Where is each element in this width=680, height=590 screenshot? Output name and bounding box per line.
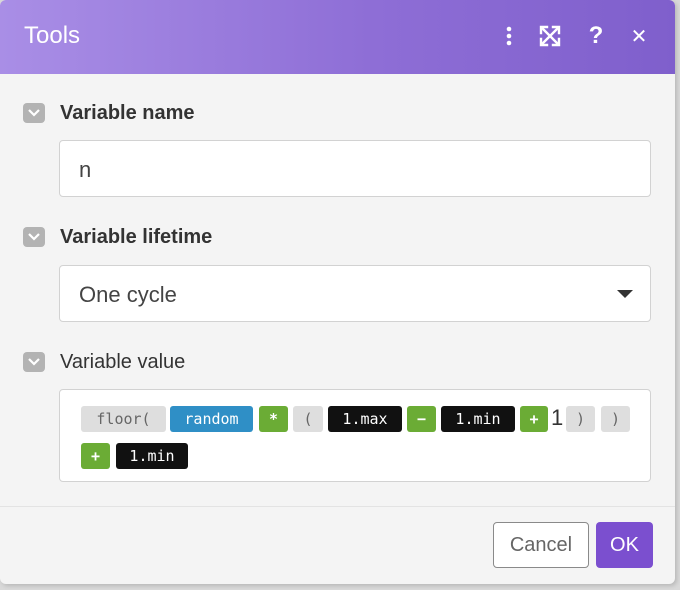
token-plus-operator[interactable]: +	[520, 406, 548, 432]
dialog-title: Tools	[24, 22, 81, 49]
variable-value-formula-editor[interactable]: floor( random * ( 1.max − 1.min + 1 ) ) …	[59, 389, 651, 482]
token-random-keyword[interactable]: random	[170, 406, 253, 432]
variable-lifetime-label: Variable lifetime	[60, 226, 213, 248]
variable-value-collapse-toggle[interactable]	[23, 352, 45, 372]
expand-icon-glyph	[539, 25, 561, 47]
more-vertical-icon[interactable]	[496, 22, 522, 50]
token-multiply-operator[interactable]: *	[259, 406, 288, 432]
cancel-button[interactable]: Cancel	[493, 522, 589, 568]
token-1-min-variable[interactable]: 1.min	[116, 443, 188, 469]
chevron-down-icon	[28, 109, 40, 117]
close-icon[interactable]: ✕	[626, 22, 652, 50]
token-1-max-variable[interactable]: 1.max	[328, 406, 402, 432]
variable-name-label: Variable name	[60, 102, 195, 124]
variable-name-input[interactable]: n	[59, 140, 651, 197]
variable-name-value: n	[79, 157, 92, 182]
variable-lifetime-selected: One cycle	[79, 282, 177, 307]
token-close-paren[interactable]: )	[601, 406, 630, 432]
more-vertical-icon-glyph	[506, 26, 512, 46]
token-number-literal[interactable]: 1	[551, 405, 563, 431]
variable-lifetime-collapse-toggle[interactable]	[23, 227, 45, 247]
chevron-down-icon	[28, 358, 40, 366]
variable-name-collapse-toggle[interactable]	[23, 103, 45, 123]
token-floor-function[interactable]: floor(	[81, 406, 166, 432]
variable-value-label: Variable value	[60, 351, 186, 373]
tools-dialog: Tools ? ✕ Variable name n Variable lifet…	[0, 0, 675, 584]
variable-lifetime-select[interactable]: One cycle	[59, 265, 651, 322]
token-1-min-variable[interactable]: 1.min	[441, 406, 515, 432]
token-plus-operator[interactable]: +	[81, 443, 110, 469]
footer-divider	[0, 506, 675, 507]
expand-icon[interactable]	[537, 22, 563, 50]
token-minus-operator[interactable]: −	[407, 406, 436, 432]
token-close-paren[interactable]: )	[566, 406, 595, 432]
ok-button[interactable]: OK	[596, 522, 653, 568]
token-open-paren[interactable]: (	[293, 406, 323, 432]
dialog-header: Tools ? ✕	[0, 0, 675, 74]
dropdown-caret-icon	[617, 290, 633, 298]
help-icon[interactable]: ?	[583, 22, 609, 50]
chevron-down-icon	[28, 233, 40, 241]
